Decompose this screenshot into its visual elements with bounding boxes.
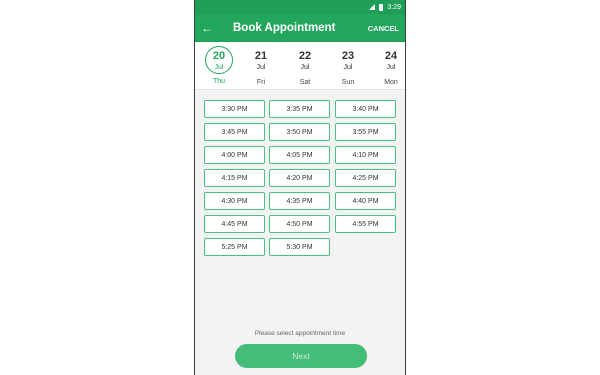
date-selector: 20 Jul Thu 21 Jul Fri 22 Jul Sat 23 Jul … [195, 42, 405, 90]
date-weekday: Thu [212, 78, 226, 85]
status-bar: 3:29 [195, 0, 405, 14]
selection-hint: Please select appointment time [254, 330, 346, 337]
date-day: 24 [384, 50, 398, 62]
date-weekday: Sat [299, 79, 311, 86]
app-bar: ← Book Appointment CANCEL [195, 14, 405, 42]
date-item-24[interactable]: 24 Jul Mon [376, 46, 405, 88]
cancel-button[interactable]: CANCEL [368, 24, 399, 33]
time-slot[interactable]: 5:25 PM [204, 238, 265, 256]
date-day: 23 [341, 50, 355, 62]
time-slot[interactable]: 4:45 PM [204, 215, 265, 233]
battery-icon [379, 3, 384, 11]
status-time: 3:29 [387, 3, 401, 11]
time-slot[interactable]: 4:30 PM [204, 192, 265, 210]
date-day: 22 [298, 50, 312, 62]
time-slot[interactable]: 4:10 PM [335, 146, 396, 164]
date-item-23[interactable]: 23 Jul Sun [333, 46, 363, 88]
date-weekday: Mon [384, 79, 398, 86]
date-weekday: Sun [341, 79, 355, 86]
date-month: Jul [386, 64, 396, 71]
next-button[interactable]: Next [235, 344, 367, 368]
selected-date-circle: 20 Jul [205, 46, 233, 74]
time-slot[interactable]: 3:50 PM [269, 123, 330, 141]
time-slot[interactable]: 4:40 PM [335, 192, 396, 210]
date-weekday: Fri [256, 79, 266, 86]
date-month: Jul [256, 64, 266, 71]
date-month: Jul [300, 64, 310, 71]
date-month: Jul [343, 64, 353, 71]
time-slot[interactable]: 3:45 PM [204, 123, 265, 141]
date-month: Jul [214, 64, 224, 71]
date-item-21[interactable]: 21 Jul Fri [246, 46, 276, 88]
time-slot[interactable]: 4:15 PM [204, 169, 265, 187]
time-slot[interactable]: 3:35 PM [269, 100, 330, 118]
time-slot[interactable]: 4:05 PM [269, 146, 330, 164]
back-arrow-icon[interactable]: ← [201, 22, 217, 34]
time-slot[interactable]: 3:40 PM [335, 100, 396, 118]
page-title: Book Appointment [233, 22, 336, 34]
date-item-22[interactable]: 22 Jul Sat [290, 46, 320, 88]
time-slot[interactable]: 4:55 PM [335, 215, 396, 233]
time-slot[interactable]: 4:25 PM [335, 169, 396, 187]
time-slot[interactable]: 4:35 PM [269, 192, 330, 210]
date-day: 21 [254, 50, 268, 62]
time-slot[interactable]: 4:50 PM [269, 215, 330, 233]
date-item-20[interactable]: 20 Jul Thu [204, 46, 234, 87]
time-slot[interactable]: 3:55 PM [335, 123, 396, 141]
phone-screen: 3:29 ← Book Appointment CANCEL 20 Jul Th… [194, 0, 406, 375]
date-day: 20 [212, 50, 226, 62]
time-slot[interactable]: 3:30 PM [204, 100, 265, 118]
time-slot[interactable]: 4:20 PM [269, 169, 330, 187]
signal-icon [369, 4, 376, 10]
time-slot[interactable]: 5:30 PM [269, 238, 330, 256]
time-slot[interactable]: 4:00 PM [204, 146, 265, 164]
